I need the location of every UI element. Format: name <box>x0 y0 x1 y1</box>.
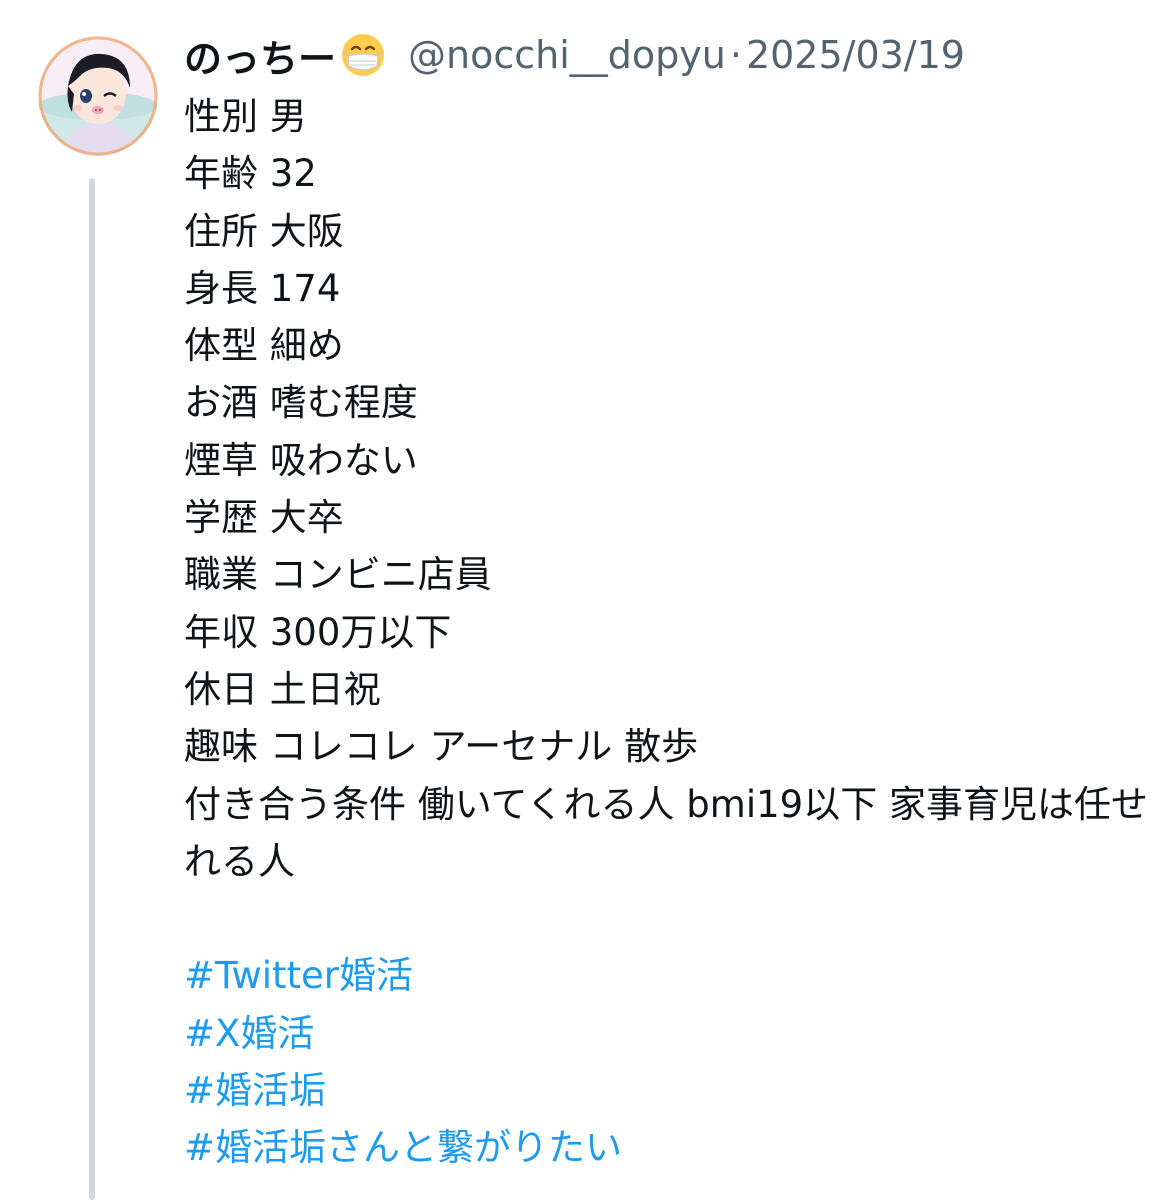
tweet-line: 職業 コンビニ店員 <box>184 553 492 597</box>
tweet-header: のっちー @nocchi__dopyu · 2025/03/19 <box>184 28 1154 83</box>
tweet-date[interactable]: 2025/03/19 <box>746 33 965 77</box>
avatar-image <box>38 36 158 156</box>
tweet-line: 付き合う条件 働いてくれる人 bmi19以下 家事育児は任せれる人 <box>184 782 1148 883</box>
tweet-line: 身長 174 <box>184 266 341 310</box>
display-name[interactable]: のっちー <box>184 28 336 83</box>
hashtag-link[interactable]: #婚活垢さんと繋がりたい <box>184 1119 1154 1176</box>
avatar[interactable] <box>38 36 158 156</box>
tweet-line: 年齢 32 <box>184 152 317 196</box>
tweet-line: 年収 300万以下 <box>184 610 452 654</box>
hashtag-link[interactable]: #Twitter婚活 <box>184 947 1154 1004</box>
tweet-text: 性別 男 年齢 32 住所 大阪 身長 174 体型 細め お酒 嗜む程度 煙草… <box>184 88 1154 1177</box>
separator-dot: · <box>729 33 742 77</box>
tweet-line: 学歴 大卒 <box>184 496 344 540</box>
tweet-line: 住所 大阪 <box>184 209 344 253</box>
tweet-line: 休日 土日祝 <box>184 667 381 711</box>
tweet[interactable]: のっちー @nocchi__dopyu · 2025/03/19 性別 男 年齢… <box>0 0 1170 1200</box>
user-handle[interactable]: @nocchi__dopyu <box>408 33 726 77</box>
tweet-line: 趣味 コレコレ アーセナル 散歩 <box>184 725 699 769</box>
hashtag-link[interactable]: #X婚活 <box>184 1005 1154 1062</box>
tweet-line: 煙草 吸わない <box>184 438 418 482</box>
hashtag-link[interactable]: #婚活垢 <box>184 1062 1154 1119</box>
thread-line <box>89 178 95 1200</box>
face-with-medical-mask-icon <box>342 34 385 76</box>
tweet-line: 体型 細め <box>184 324 344 368</box>
tweet-content: のっちー @nocchi__dopyu · 2025/03/19 性別 男 年齢… <box>184 30 1154 1177</box>
tweet-line: 性別 男 <box>184 95 307 138</box>
tweet-line: お酒 嗜む程度 <box>184 381 418 425</box>
